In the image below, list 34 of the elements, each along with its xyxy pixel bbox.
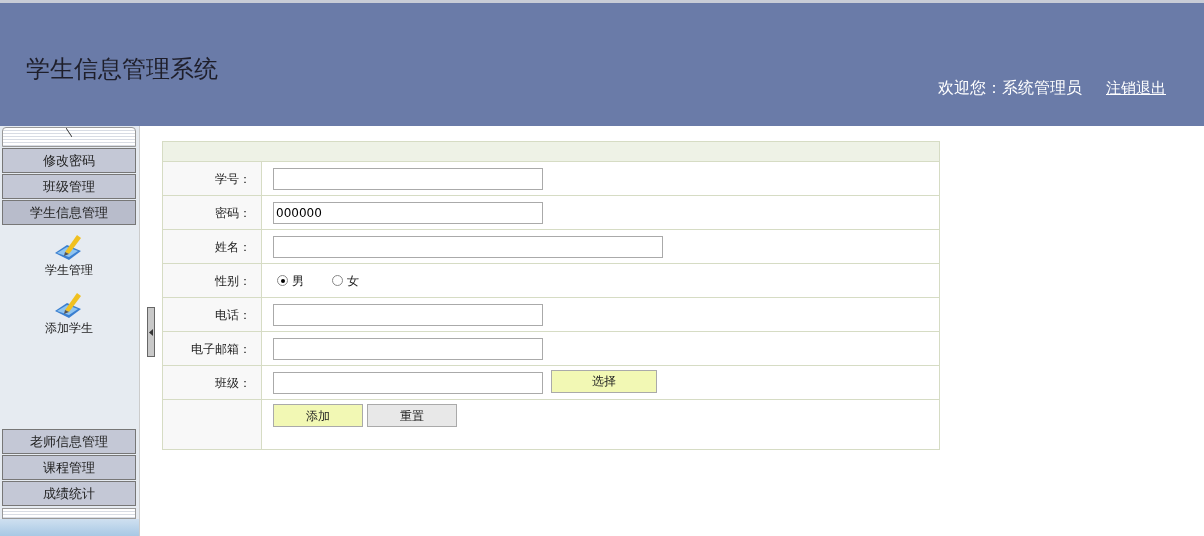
slash-icon	[66, 128, 72, 137]
input-field[interactable]	[273, 235, 663, 258]
choose-button[interactable]: 选择	[551, 369, 657, 393]
collapse-handle[interactable]	[147, 307, 155, 357]
sidebar-menu-item[interactable]: 老师信息管理	[2, 429, 136, 454]
sidebar-menu-item[interactable]: 学生信息管理	[2, 200, 136, 225]
welcome-text: 欢迎您：系统管理员	[938, 77, 1082, 99]
radio-button[interactable]	[332, 275, 343, 286]
field-label: 班级：	[163, 366, 262, 399]
sidebar-link[interactable]: 学生管理	[45, 261, 93, 279]
sidebar-menu-item[interactable]: 课程管理	[2, 455, 136, 480]
sidebar-link[interactable]: 添加学生	[45, 319, 93, 337]
sidebar-menu-item[interactable]: 班级管理	[2, 174, 136, 199]
input-field[interactable]	[273, 371, 543, 394]
input-field[interactable]	[273, 167, 543, 190]
radio-label: 女	[347, 272, 359, 290]
caret-left-icon	[149, 328, 153, 336]
input-field[interactable]	[273, 303, 543, 326]
logout-link[interactable]: 注销退出	[1106, 76, 1166, 100]
form-button[interactable]: 重置	[367, 404, 457, 427]
field-label: 性别：	[163, 264, 262, 297]
field-label: 姓名：	[163, 230, 262, 263]
form-button[interactable]: 添加	[273, 404, 363, 427]
sidebar-menu-item[interactable]: 成绩统计	[2, 481, 136, 506]
field-label: 电话：	[163, 298, 262, 331]
field-label: 学号：	[163, 162, 262, 195]
field-label: 电子邮箱：	[163, 332, 262, 365]
sidebar-menu-item[interactable]: 修改密码	[2, 148, 136, 173]
input-field[interactable]	[273, 337, 543, 360]
field-label: 密码：	[163, 196, 262, 229]
system-title: 学生信息管理系统	[26, 54, 218, 85]
radio-button[interactable]	[277, 275, 288, 286]
radio-label: 男	[292, 272, 304, 290]
input-field[interactable]: 000000	[273, 201, 543, 224]
